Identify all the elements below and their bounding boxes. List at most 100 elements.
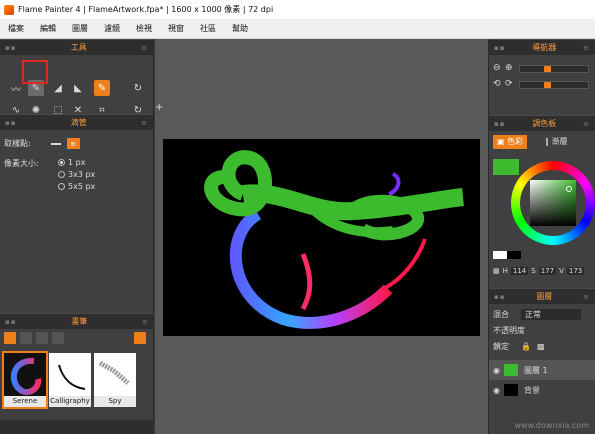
size-option-label: 5x5 px bbox=[68, 182, 96, 191]
opacity-label: 不透明度 bbox=[493, 325, 525, 335]
grip-icon[interactable]: ▪▪ bbox=[494, 120, 506, 128]
dropper-panel: 取樣點: ≡ 像素大小: 1 px 3x3 px 5x5 px bbox=[0, 130, 153, 325]
sample-all-icon[interactable]: ≡ bbox=[66, 138, 80, 149]
brush-tab-1[interactable] bbox=[4, 332, 16, 344]
palette-panel-header: ▪▪ 調色板 ≡ bbox=[489, 115, 595, 131]
grip-icon[interactable]: ▪▪ bbox=[494, 293, 506, 301]
rotate-right-icon[interactable]: ⟳ bbox=[505, 79, 513, 89]
crop-icon[interactable]: ⌗ bbox=[94, 102, 110, 118]
checker-icon[interactable]: ▩ bbox=[537, 342, 545, 351]
layers-panel-header: ▪▪ 圖層 ≡ bbox=[489, 288, 595, 304]
v-label: V bbox=[559, 267, 564, 275]
radio-icon[interactable] bbox=[58, 183, 65, 190]
radio-icon[interactable] bbox=[58, 171, 65, 178]
menu-icon[interactable]: ≡ bbox=[141, 44, 148, 52]
zoom-in-icon[interactable]: ⊕ bbox=[505, 63, 513, 73]
eye-icon[interactable]: ◉ bbox=[493, 386, 500, 395]
rotate-left-icon[interactable]: ⟲ bbox=[493, 79, 501, 89]
menu-help[interactable]: 幫助 bbox=[224, 23, 256, 34]
tab-gradient-label: 漸層 bbox=[551, 137, 568, 146]
window-title: Flame Painter 4 | FlameArtwork.fpa* | 16… bbox=[18, 5, 274, 14]
brush-tab-3[interactable] bbox=[36, 332, 48, 344]
rotate-slider[interactable] bbox=[519, 81, 589, 89]
workspace[interactable]: + bbox=[155, 39, 488, 434]
redo-icon[interactable]: ↻ bbox=[130, 102, 146, 118]
white-swatch[interactable] bbox=[493, 251, 507, 259]
size-option-label: 1 px bbox=[68, 158, 86, 167]
palette-panel-title: 調色板 bbox=[532, 119, 557, 128]
v-value[interactable]: 173 bbox=[566, 267, 585, 275]
size-row: 像素大小: bbox=[4, 158, 39, 169]
size-option-1[interactable]: 1 px bbox=[58, 158, 85, 167]
tab-gradient[interactable]: ‖ 漸層 bbox=[541, 135, 572, 149]
grip-icon[interactable]: ▪▪ bbox=[5, 119, 17, 127]
saturation-value-square[interactable] bbox=[530, 180, 576, 226]
size-option-5[interactable]: 5x5 px bbox=[58, 182, 95, 191]
brushes-footer bbox=[0, 420, 154, 434]
brush-tab-4[interactable] bbox=[52, 332, 64, 344]
navigator-panel: ⊖ ⊕ ⟲ ⟳ bbox=[489, 55, 595, 115]
layer-row[interactable]: ◉ 背景 bbox=[489, 380, 595, 400]
hue-wheel[interactable] bbox=[511, 161, 595, 245]
brush-settings-icon[interactable] bbox=[134, 332, 146, 344]
artwork-canvas[interactable] bbox=[163, 139, 480, 336]
brush-thumb-spy[interactable]: Spy bbox=[94, 353, 136, 407]
size-option-3[interactable]: 3x3 px bbox=[58, 170, 95, 179]
selection-icon[interactable]: ⬚ bbox=[50, 102, 66, 118]
menu-filter[interactable]: 濾鏡 bbox=[96, 23, 128, 34]
hsv-row: ▦ H 114 S 177 V 173 bbox=[493, 267, 585, 275]
menu-community[interactable]: 社區 bbox=[192, 23, 224, 34]
eraser-icon[interactable]: ◢ bbox=[50, 80, 66, 96]
sample-label: 取樣點: bbox=[4, 139, 31, 148]
menu-icon[interactable]: ≡ bbox=[142, 318, 149, 326]
size-option-label: 3x3 px bbox=[68, 170, 96, 179]
black-swatch[interactable] bbox=[507, 251, 521, 259]
lock-label: 鎖定 bbox=[493, 341, 509, 351]
color-cursor-icon[interactable] bbox=[566, 186, 572, 192]
radial-icon[interactable]: ✺ bbox=[28, 102, 44, 118]
h-value[interactable]: 114 bbox=[510, 267, 529, 275]
grid-icon[interactable]: ▦ bbox=[493, 267, 500, 275]
menu-file[interactable]: 檔案 bbox=[0, 23, 32, 34]
opacity-row: 不透明度 bbox=[489, 322, 595, 338]
current-color-swatch[interactable] bbox=[493, 159, 519, 175]
radio-icon[interactable] bbox=[58, 159, 65, 166]
wave-icon[interactable]: ∿ bbox=[8, 102, 24, 118]
grip-icon[interactable]: ▪▪ bbox=[494, 44, 506, 52]
brushes-panel: ▪▪ 畫筆 ≡ Serene Calligraphy Spy bbox=[0, 313, 154, 434]
zoom-slider[interactable] bbox=[519, 65, 589, 73]
grip-icon[interactable]: ▪▪ bbox=[5, 44, 17, 52]
menu-edit[interactable]: 編輯 bbox=[32, 23, 64, 34]
crosshair-icon: + bbox=[155, 102, 164, 113]
menu-layer[interactable]: 圖層 bbox=[64, 23, 96, 34]
layer-name: 背景 bbox=[523, 385, 540, 395]
eye-icon[interactable]: ◉ bbox=[493, 366, 500, 375]
sample-single-icon[interactable] bbox=[50, 142, 61, 145]
tab-color[interactable]: ▣ 色彩 bbox=[493, 135, 528, 149]
menu-icon[interactable]: ≡ bbox=[583, 44, 590, 52]
blend-select[interactable]: 正常 bbox=[521, 308, 581, 320]
brush-tab-2[interactable] bbox=[20, 332, 32, 344]
lock-row: 鎖定 🔒 ▩ bbox=[489, 338, 595, 354]
menu-bar: 檔案 編輯 圖層 濾鏡 檢視 視窗 社區 幫助 bbox=[0, 19, 595, 39]
menu-icon[interactable]: ≡ bbox=[583, 293, 590, 301]
grip-icon[interactable]: ▪▪ bbox=[5, 318, 17, 326]
spy-preview-icon bbox=[98, 360, 130, 385]
rotate-icon[interactable]: ↻ bbox=[130, 80, 146, 96]
left-panel: ▪▪ 工具 ≡ 〰 ✎ ◢ ◣ ✎ ↻ ∿ ✺ ⬚ ✕ ⌗ ↻ ▪▪ 滴管 ≡ … bbox=[0, 39, 154, 434]
serene-preview-icon bbox=[10, 357, 42, 395]
menu-icon[interactable]: ≡ bbox=[141, 119, 148, 127]
menu-window[interactable]: 視窗 bbox=[160, 23, 192, 34]
brush-thumb-label: Spy bbox=[94, 396, 136, 407]
lock-icon[interactable]: 🔒 bbox=[521, 342, 531, 351]
fill-icon[interactable]: ◣ bbox=[70, 80, 86, 96]
menu-view[interactable]: 檢視 bbox=[128, 23, 160, 34]
transform-icon[interactable]: ✕ bbox=[70, 102, 86, 118]
color-picker-icon[interactable]: ✎ bbox=[94, 80, 110, 96]
zoom-out-icon[interactable]: ⊖ bbox=[493, 63, 501, 73]
menu-icon[interactable]: ≡ bbox=[583, 120, 590, 128]
brush-thumb-calligraphy[interactable]: Calligraphy bbox=[49, 353, 91, 407]
brush-thumb-serene[interactable]: Serene bbox=[2, 351, 48, 409]
s-value[interactable]: 177 bbox=[538, 267, 557, 275]
layer-row[interactable]: ◉ 圖層 1 bbox=[489, 360, 595, 380]
